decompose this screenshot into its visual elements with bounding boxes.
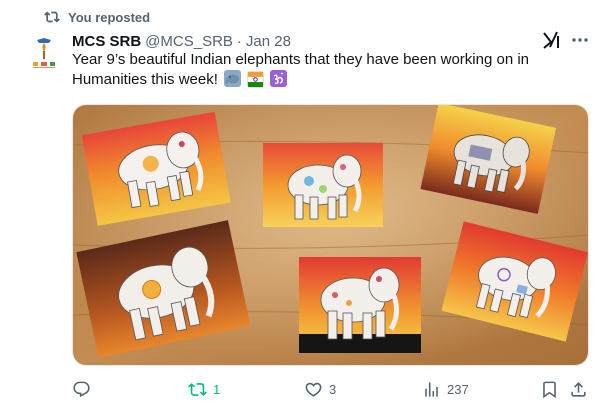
views-chart-icon bbox=[425, 381, 438, 397]
retweet-icon bbox=[188, 382, 207, 396]
more-dots-icon bbox=[572, 38, 588, 42]
view-count: 237 bbox=[447, 381, 469, 397]
like-count: 3 bbox=[329, 381, 337, 397]
elephant-emoji bbox=[224, 70, 242, 87]
header-separator: · bbox=[236, 32, 242, 50]
tweet-actions-bar: 1 3 237 bbox=[64, 376, 594, 402]
share-icon bbox=[571, 381, 586, 397]
more-options-button[interactable] bbox=[570, 30, 590, 50]
reply-icon bbox=[73, 381, 90, 397]
tweet-header: MCS SRB @MCS_SRB · Jan 28 bbox=[72, 31, 291, 51]
om-symbol-emoji bbox=[270, 70, 288, 87]
heart-icon bbox=[305, 382, 322, 397]
repost-indicator: You reposted bbox=[44, 8, 150, 26]
tweet-body: Year 9’s beautiful Indian elephants that… bbox=[72, 51, 530, 88]
tweet-text: Year 9’s beautiful Indian elephants that… bbox=[72, 50, 592, 90]
author-avatar[interactable] bbox=[24, 34, 64, 74]
author-name[interactable]: MCS SRB bbox=[72, 33, 141, 50]
bookmark-button[interactable] bbox=[540, 376, 559, 402]
elephant-emoji-icon bbox=[225, 74, 240, 85]
views-button[interactable]: 237 bbox=[422, 376, 469, 402]
school-logo-icon bbox=[24, 34, 64, 74]
author-handle[interactable]: @MCS_SRB bbox=[145, 33, 233, 50]
india-flag-emoji bbox=[247, 71, 265, 88]
retweet-count: 1 bbox=[213, 381, 221, 397]
india-flag-icon bbox=[248, 72, 264, 87]
elephant-paintings-image bbox=[73, 105, 588, 365]
repost-icon bbox=[44, 11, 60, 23]
tweet-date[interactable]: Jan 28 bbox=[246, 33, 291, 50]
om-icon bbox=[274, 72, 284, 85]
retweet-button[interactable]: 1 bbox=[188, 376, 220, 402]
share-button[interactable] bbox=[569, 376, 588, 402]
reply-button[interactable] bbox=[72, 376, 97, 402]
tweet-media-photo[interactable] bbox=[72, 104, 589, 366]
grok-button[interactable] bbox=[541, 30, 561, 50]
like-button[interactable]: 3 bbox=[304, 376, 336, 402]
repost-label: You reposted bbox=[68, 9, 151, 25]
grok-icon bbox=[543, 31, 559, 49]
bookmark-icon bbox=[543, 381, 556, 398]
